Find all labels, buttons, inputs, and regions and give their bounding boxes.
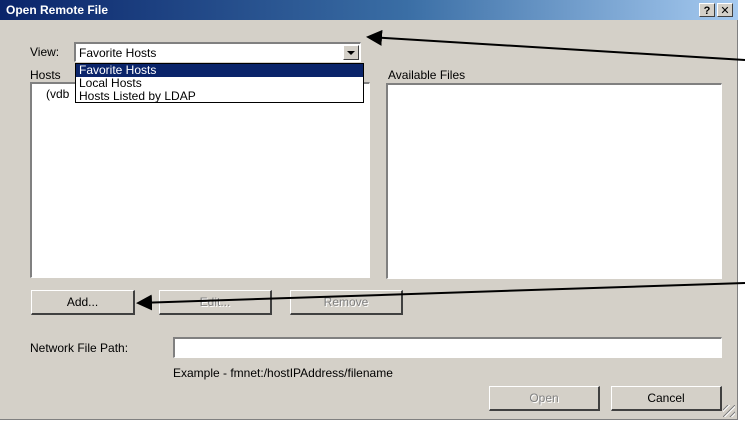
- annotation-arrows: [136, 29, 745, 311]
- annotation-arrow-add: [136, 282, 745, 311]
- annotation-arrow-view: [366, 29, 745, 61]
